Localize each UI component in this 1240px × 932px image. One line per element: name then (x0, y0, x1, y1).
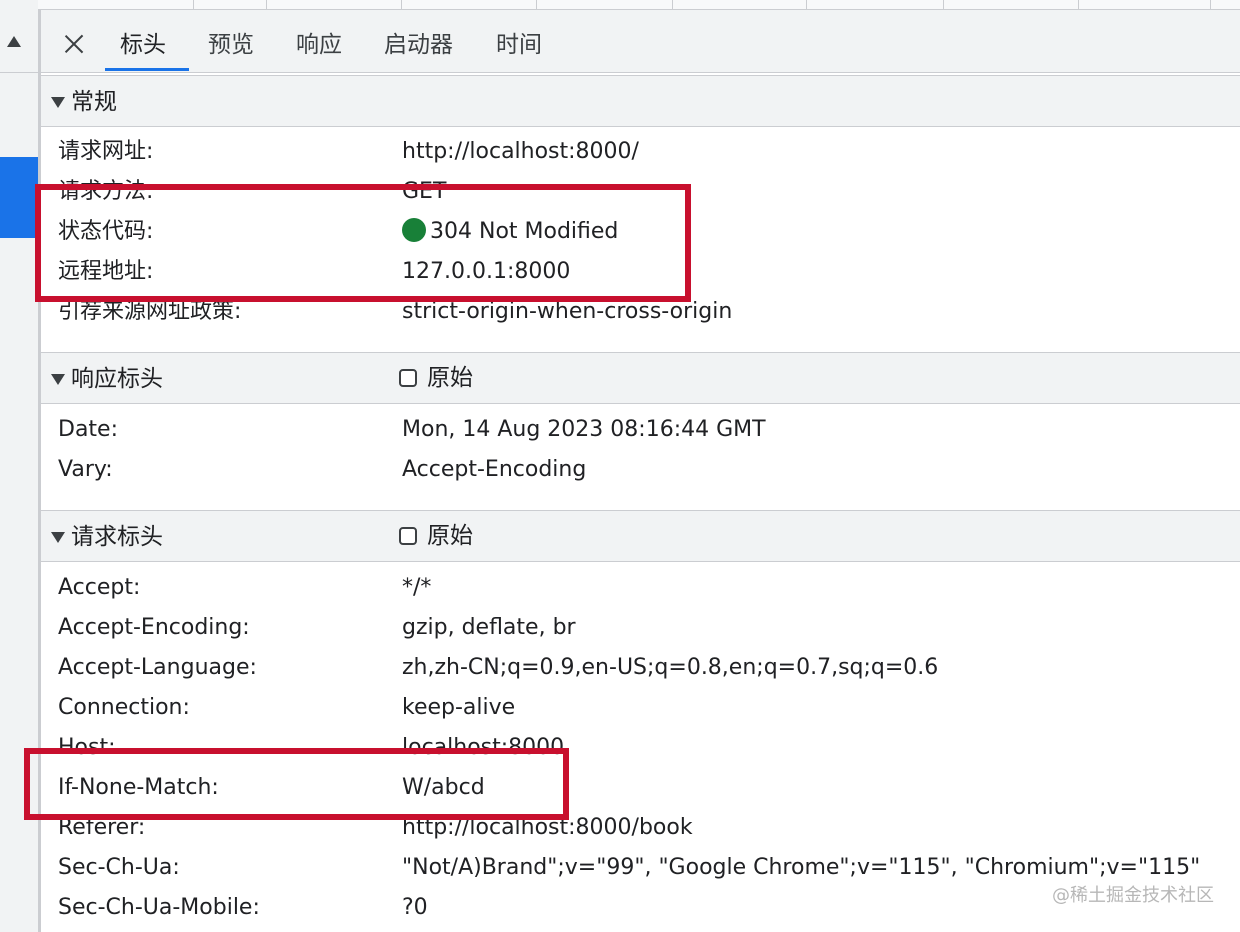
row-value: */* (402, 575, 432, 600)
response-header-row: Date: Mon, 14 Aug 2023 08:16:44 GMT (41, 410, 1240, 450)
row-value: http://localhost:8000/ (402, 139, 639, 164)
request-header-row: If-None-Match: W/abcd (41, 768, 1240, 808)
row-value: strict-origin-when-cross-origin (402, 299, 733, 324)
column-divider (672, 0, 673, 9)
tab-initiator[interactable]: 启动器 (384, 10, 453, 72)
request-list-strip (0, 0, 39, 932)
row-value: ?0 (402, 895, 428, 920)
selected-request-row[interactable] (0, 157, 38, 238)
row-value: 127.0.0.1:8000 (402, 259, 571, 284)
row-value: http://localhost:8000/book (402, 815, 693, 840)
active-tab-indicator (105, 68, 189, 71)
column-divider (806, 0, 807, 9)
column-divider (1210, 0, 1211, 9)
row-value: localhost:8000 (402, 735, 565, 760)
row-key: Accept-Encoding: (58, 615, 250, 640)
row-value: gzip, deflate, br (402, 615, 576, 640)
raw-label: 原始 (427, 365, 473, 391)
row-key: 请求网址: (58, 139, 154, 164)
row-key: 引荐来源网址政策: (58, 299, 242, 324)
general-row-remote-address: 远程地址: 127.0.0.1:8000 (41, 252, 1240, 292)
row-key: 状态代码: (58, 219, 154, 244)
row-key: If-None-Match: (58, 775, 219, 800)
triangle-down-icon (51, 374, 65, 385)
status-dot-icon (402, 218, 426, 242)
general-row-referrer-policy: 引荐来源网址政策: strict-origin-when-cross-origi… (41, 292, 1240, 332)
request-header-row: Referer: http://localhost:8000/book (41, 808, 1240, 848)
tab-timing[interactable]: 时间 (496, 10, 542, 72)
row-key: Accept: (58, 575, 141, 600)
request-details-panel: 标头 预览 响应 启动器 时间 常规 请求网址: http://localhos… (39, 10, 1240, 932)
row-key: Sec-Ch-Ua: (58, 855, 180, 880)
row-key: 远程地址: (58, 259, 154, 284)
section-request-headers-header[interactable]: 请求标头 原始 (41, 510, 1240, 562)
column-divider (536, 0, 537, 9)
row-value-wrap: 304 Not Modified (402, 212, 618, 252)
row-key: Connection: (58, 695, 190, 720)
column-divider (401, 0, 402, 9)
row-value: Accept-Encoding (402, 457, 587, 482)
request-header-row: Accept: */* (41, 568, 1240, 608)
row-value: zh,zh-CN;q=0.9,en-US;q=0.8,en;q=0.7,sq;q… (402, 655, 939, 680)
request-header-row: Accept-Language: zh,zh-CN;q=0.9,en-US;q=… (41, 648, 1240, 688)
general-row-status-code: 状态代码: 304 Not Modified (41, 212, 1240, 252)
column-divider (943, 0, 944, 9)
row-value: keep-alive (402, 695, 516, 720)
checkbox-icon[interactable] (399, 527, 417, 545)
column-divider (266, 0, 267, 9)
response-header-row: Vary: Accept-Encoding (41, 450, 1240, 490)
raw-label: 原始 (427, 523, 473, 549)
close-icon[interactable] (62, 32, 86, 56)
row-key: Referer: (58, 815, 146, 840)
row-value: Mon, 14 Aug 2023 08:16:44 GMT (402, 417, 766, 442)
sort-ascending-icon[interactable] (7, 36, 21, 47)
triangle-down-icon (51, 532, 65, 543)
list-divider (0, 72, 38, 73)
tab-response[interactable]: 响应 (296, 10, 342, 72)
checkbox-icon[interactable] (399, 369, 417, 387)
section-general-header[interactable]: 常规 (41, 75, 1240, 127)
row-key: 请求方法: (58, 179, 154, 204)
column-divider (1078, 0, 1079, 9)
row-key: Accept-Language: (58, 655, 257, 680)
row-value: GET (402, 179, 447, 204)
request-header-row: Accept-Encoding: gzip, deflate, br (41, 608, 1240, 648)
status-text: 304 Not Modified (430, 219, 619, 244)
column-header-strip (38, 0, 1240, 10)
row-value: W/abcd (402, 775, 485, 800)
row-key: Sec-Ch-Ua-Mobile: (58, 895, 260, 920)
section-title: 常规 (71, 89, 117, 115)
tab-preview[interactable]: 预览 (208, 10, 254, 72)
row-key: Date: (58, 417, 118, 442)
row-key: Vary: (58, 457, 113, 482)
column-divider (193, 0, 194, 9)
request-header-row: Host: localhost:8000 (41, 728, 1240, 768)
request-header-row: Connection: keep-alive (41, 688, 1240, 728)
row-key: Host: (58, 735, 116, 760)
general-row-request-url: 请求网址: http://localhost:8000/ (41, 132, 1240, 172)
section-title: 响应标头 (71, 366, 163, 392)
section-title: 请求标头 (71, 524, 163, 550)
section-response-headers-header[interactable]: 响应标头 原始 (41, 352, 1240, 404)
watermark: @稀土掘金技术社区 (1052, 885, 1214, 906)
tab-headers[interactable]: 标头 (120, 10, 166, 72)
triangle-down-icon (51, 97, 65, 108)
details-tabbar: 标头 预览 响应 启动器 时间 (41, 10, 1240, 73)
general-row-request-method: 请求方法: GET (41, 172, 1240, 212)
